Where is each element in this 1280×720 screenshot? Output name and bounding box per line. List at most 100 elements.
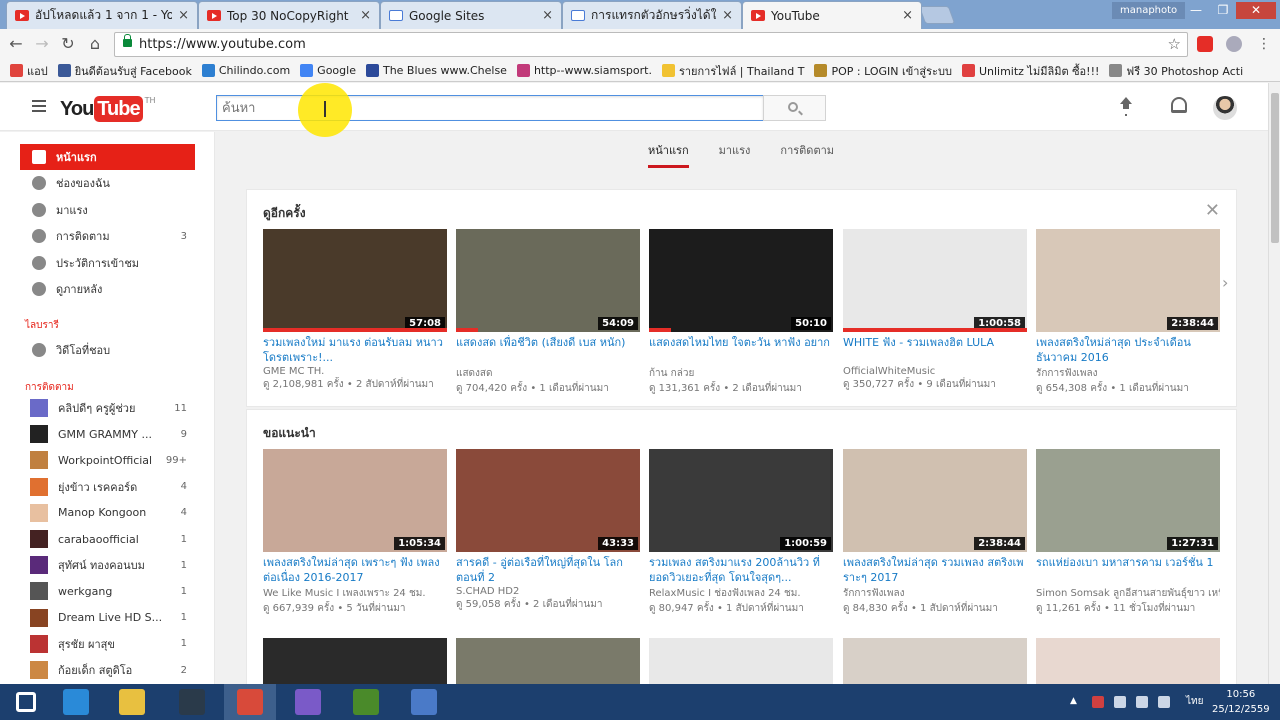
app-icon[interactable] <box>398 684 450 720</box>
tab-close-icon[interactable]: × <box>542 8 553 23</box>
video-title[interactable]: รถแห่ย่องเบา มหาสารคาม เวอร์ชั่น 1 <box>1036 555 1220 585</box>
subscription-item[interactable]: สุรชัย ผาสุข 1 <box>20 632 195 656</box>
video-thumbnail[interactable] <box>649 638 833 684</box>
guide-menu-icon[interactable] <box>32 100 46 112</box>
reload-icon[interactable]: ↻ <box>58 34 78 54</box>
sidebar-item[interactable]: ช่องของฉัน <box>20 170 195 196</box>
volume-icon[interactable] <box>1158 696 1170 708</box>
subscription-item[interactable]: carabaoofficial 1 <box>20 527 195 551</box>
browser-tab[interactable]: การแทรกตัวอักษรวิ่งได้ในเว็บ × <box>562 1 742 29</box>
tab-home[interactable]: หน้าแรก <box>648 141 689 168</box>
dreamweaver-icon[interactable] <box>340 684 392 720</box>
channel-name[interactable]: ก้าน กล่วย <box>649 366 833 381</box>
avatar[interactable] <box>1213 96 1237 120</box>
subscription-item[interactable]: สุทัศน์ ทองคอนบม 1 <box>20 553 195 577</box>
channel-name[interactable]: RelaxMusic I ช่องฟังเพลง 24 ชม. <box>649 586 833 601</box>
channel-name[interactable]: We Like Music I เพลงเพราะ 24 ชม. <box>263 586 447 601</box>
video-thumbnail[interactable] <box>263 638 447 684</box>
subscription-item[interactable]: ยุ่งข้าว เรคคอร์ด 4 <box>20 475 195 499</box>
video-title[interactable]: แสดงสด เพื่อชีวิต (เสียงดี เบส หนัก) <box>456 335 640 365</box>
video-thumbnail[interactable]: 2:38:44 <box>1036 229 1220 332</box>
video-thumbnail[interactable]: 1:05:34 <box>263 449 447 552</box>
sidebar-item-liked[interactable]: วิดีโอที่ชอบ <box>20 337 195 363</box>
internet-explorer-icon[interactable] <box>50 684 102 720</box>
subscription-item[interactable]: werkgang 1 <box>20 579 195 603</box>
video-thumbnail[interactable]: 43:33 <box>456 449 640 552</box>
subscription-item[interactable]: GMM GRAMMY ... 9 <box>20 422 195 446</box>
minimize-icon[interactable]: — <box>1183 2 1209 19</box>
tab-trending[interactable]: มาแรง <box>719 141 751 168</box>
media-player-icon[interactable] <box>282 684 334 720</box>
lightroom-icon[interactable] <box>166 684 218 720</box>
video-thumbnail[interactable]: 1:00:59 <box>649 449 833 552</box>
forward-arrow-icon[interactable]: → <box>32 34 52 54</box>
video-thumbnail[interactable] <box>1036 638 1220 684</box>
video-card[interactable]: 2:38:44 เพลงสตริงใหม่ล่าสุด ประจำเดือน ธั… <box>1036 229 1220 396</box>
tab-subscriptions[interactable]: การติดตาม <box>780 141 834 168</box>
extension-icon[interactable] <box>1197 36 1213 52</box>
sidebar-item[interactable]: ประวัติการเข้าชม <box>20 250 195 276</box>
channel-name[interactable]: OfficialWhiteMusic <box>843 366 1027 377</box>
subscription-item[interactable]: ก้อยเด็ก สตูดิโอ 2 <box>20 658 195 682</box>
video-thumbnail[interactable]: 50:10 <box>649 229 833 332</box>
browser-tab[interactable]: Google Sites × <box>380 1 562 29</box>
channel-name[interactable]: Simon Somsak ลูกอีสานสายพันธุ์ขาว เหนียว <box>1036 586 1220 601</box>
channel-name[interactable]: รักการฟังเพลง <box>1036 366 1220 381</box>
video-card[interactable]: 2:38:44 เพลงสตริงใหม่ล่าสุด รวมเพลง สตริง… <box>843 449 1027 616</box>
bookmark-star-icon[interactable]: ☆ <box>1168 33 1181 56</box>
video-title[interactable]: WHITE ฟัง - รวมเพลงฮิต LULA <box>843 335 1027 365</box>
video-card[interactable]: 1:00:58 WHITE ฟัง - รวมเพลงฮิต LULA Offici… <box>843 229 1027 392</box>
tab-close-icon[interactable]: × <box>178 8 189 23</box>
chrome-icon[interactable] <box>224 684 276 720</box>
browser-tab[interactable]: อัปโหลดแล้ว 1 จาก 1 - You × <box>6 1 198 29</box>
sidebar-item[interactable]: หน้าแรก <box>20 144 195 170</box>
menu-icon[interactable]: ⋮ <box>1254 34 1274 54</box>
tray-arrow-icon[interactable]: ▲ <box>1070 696 1078 708</box>
video-card[interactable]: 1:05:34 เพลงสตริงใหม่ล่าสุด เพราะๆ ฟัง เพ… <box>263 449 447 616</box>
subscription-item[interactable]: Manop Kongoon 4 <box>20 501 195 525</box>
bookmark-item[interactable]: The Blues www.Chelse <box>365 64 507 77</box>
back-arrow-icon[interactable]: ← <box>6 34 26 54</box>
youtube-logo[interactable]: You Tube TH <box>60 96 156 122</box>
close-window-icon[interactable]: ✕ <box>1236 2 1276 19</box>
video-thumbnail[interactable]: 54:09 <box>456 229 640 332</box>
address-bar[interactable]: https://www.youtube.com ☆ <box>114 32 1188 57</box>
video-thumbnail[interactable]: 2:38:44 <box>843 449 1027 552</box>
video-title[interactable]: เพลงสตริงใหม่ล่าสุด รวมเพลง สตริงเพราะๆ … <box>843 555 1027 585</box>
notifications-bell-icon[interactable] <box>1171 97 1187 113</box>
home-icon[interactable]: ⌂ <box>85 34 105 54</box>
video-thumbnail[interactable]: 57:08 <box>263 229 447 332</box>
bookmark-item[interactable]: http--www.siamsport. <box>516 64 652 77</box>
bookmark-item[interactable]: ฟรี 30 Photoshop Acti <box>1109 62 1243 80</box>
channel-name[interactable]: S.CHAD HD2 <box>456 586 640 597</box>
start-button[interactable] <box>0 684 52 720</box>
bookmark-item[interactable]: ยินดีต้อนรับสู่ Facebook <box>57 62 192 80</box>
file-explorer-icon[interactable] <box>106 684 158 720</box>
sidebar-item[interactable]: มาแรง <box>20 197 195 223</box>
subscription-item[interactable]: Dream Live HD S... 1 <box>20 606 195 630</box>
video-thumbnail[interactable] <box>843 638 1027 684</box>
video-thumbnail[interactable]: 1:00:58 <box>843 229 1027 332</box>
channel-name[interactable]: แสดงสด <box>456 366 640 381</box>
channel-name[interactable]: รักการฟังเพลง <box>843 586 1027 601</box>
network-icon[interactable] <box>1136 696 1148 708</box>
vertical-scrollbar[interactable] <box>1268 83 1280 684</box>
subscription-item[interactable]: WorkpointOfficial 99+ <box>20 448 195 472</box>
browser-tab[interactable]: YouTube × <box>742 1 922 29</box>
video-title[interactable]: แสดงสดไหมไทย ใจตะวัน หาฟัง อยาก <box>649 335 833 365</box>
battery-icon[interactable] <box>1114 696 1126 708</box>
channel-name[interactable]: GME MC TH. <box>263 366 447 377</box>
video-card[interactable]: 1:00:59 รวมเพลง สตริงมาแรง 200ล้านวิว ที่… <box>649 449 833 616</box>
sidebar-item[interactable]: การติดตาม 3 <box>20 223 195 249</box>
video-card[interactable]: 1:27:31 รถแห่ย่องเบา มหาสารคาม เวอร์ชั่น … <box>1036 449 1220 616</box>
bookmark-item[interactable]: POP : LOGIN เข้าสู่ระบบ <box>814 62 952 80</box>
browser-tab[interactable]: Top 30 NoCopyRight × <box>198 1 380 29</box>
search-button[interactable] <box>763 95 826 121</box>
tab-close-icon[interactable]: × <box>722 8 733 23</box>
new-tab-button[interactable] <box>918 6 956 24</box>
video-title[interactable]: เพลงสตริงใหม่ล่าสุด ประจำเดือน ธันวาคม 2… <box>1036 335 1220 365</box>
video-thumbnail[interactable]: 1:27:31 <box>1036 449 1220 552</box>
chevron-right-icon[interactable]: › <box>1222 273 1228 292</box>
close-icon[interactable]: ✕ <box>1205 200 1220 221</box>
sidebar-item[interactable]: ดูภายหลัง <box>20 276 195 302</box>
